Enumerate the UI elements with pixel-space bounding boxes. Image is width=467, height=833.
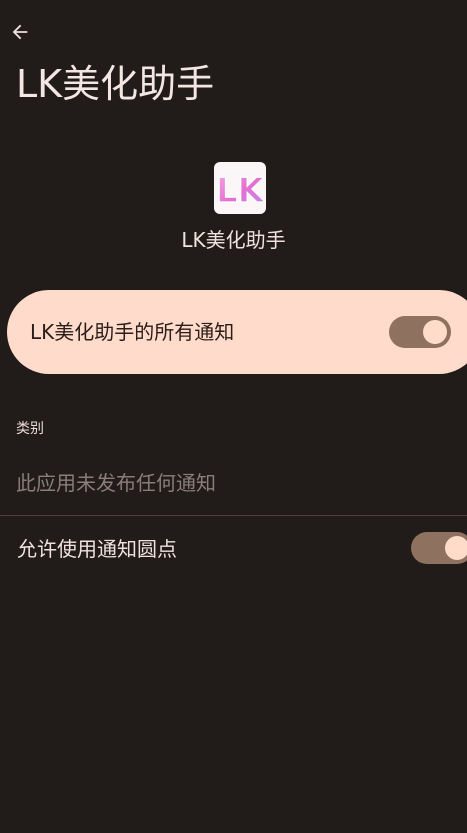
app-name: LK美化助手 — [181, 228, 286, 252]
switch-knob — [423, 320, 447, 344]
notification-dot-switch[interactable] — [411, 532, 467, 564]
arrow-left-icon — [12, 24, 28, 40]
page-title: LK美化助手 — [16, 62, 215, 106]
all-notifications-toggle-card[interactable]: LK美化助手的所有通知 — [7, 290, 467, 374]
notification-dot-row[interactable]: 允许使用通知圆点 — [0, 516, 467, 580]
no-categories-text: 此应用未发布任何通知 — [16, 471, 216, 495]
categories-header: 类别 — [16, 421, 44, 437]
back-button[interactable] — [6, 18, 34, 46]
all-notifications-switch[interactable] — [389, 316, 451, 348]
all-notifications-label: LK美化助手的所有通知 — [30, 320, 235, 344]
svg-text:LK: LK — [216, 171, 266, 211]
notification-dot-label: 允许使用通知圆点 — [17, 537, 177, 561]
app-icon: LK — [214, 162, 266, 214]
switch-knob — [445, 536, 467, 560]
